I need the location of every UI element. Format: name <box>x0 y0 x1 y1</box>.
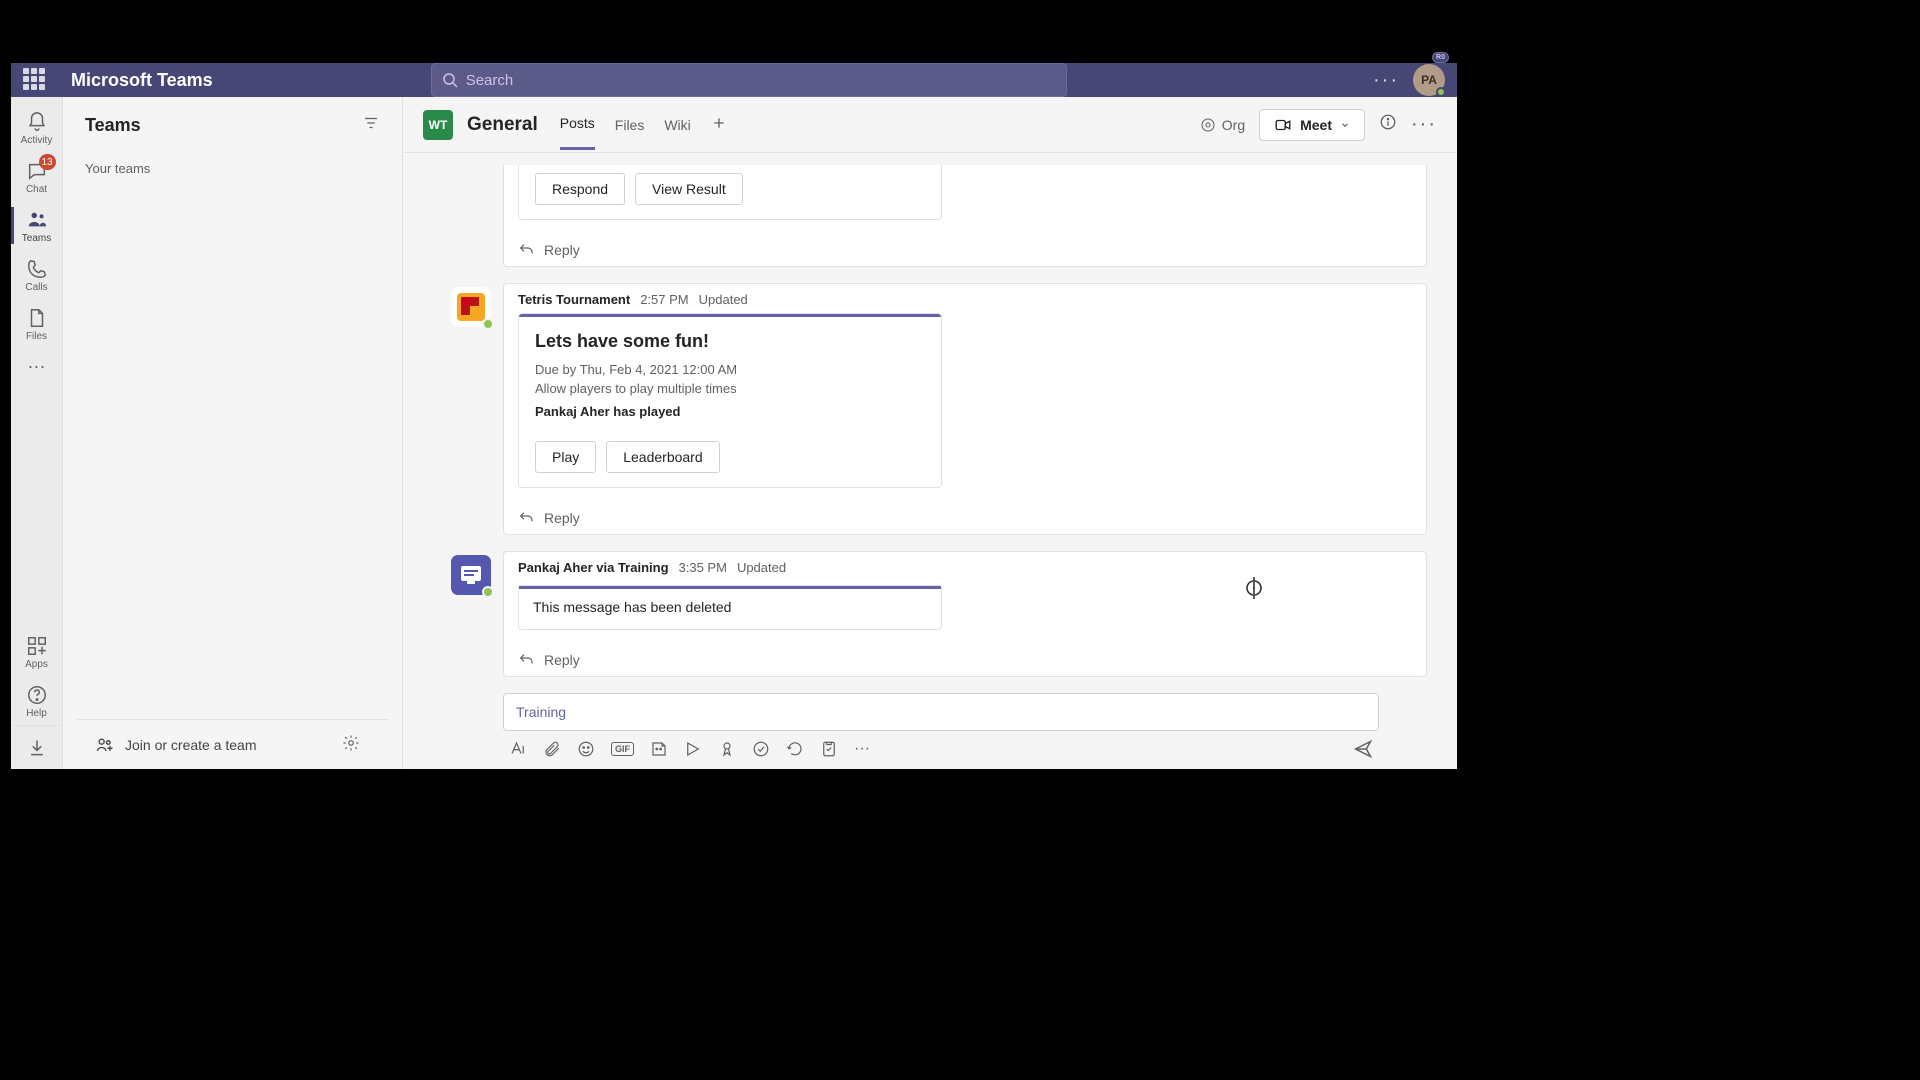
rail-calls[interactable]: Calls <box>11 250 63 299</box>
stream-icon[interactable] <box>684 740 702 758</box>
file-icon <box>26 307 48 329</box>
rail-calls-label: Calls <box>25 282 47 293</box>
org-label: Org <box>1222 117 1245 133</box>
message-status: Updated <box>699 292 748 307</box>
join-team-icon <box>95 735 115 755</box>
rail-teams-label: Teams <box>22 233 51 244</box>
filter-icon[interactable] <box>362 114 380 137</box>
reply-icon <box>518 510 534 526</box>
org-icon <box>1200 117 1216 133</box>
deleted-message-text: This message has been deleted <box>533 599 927 615</box>
user-avatar[interactable]: PA R0 <box>1413 64 1445 96</box>
rail-files[interactable]: Files <box>11 299 63 348</box>
apps-icon <box>26 635 48 657</box>
leaderboard-button[interactable]: Leaderboard <box>606 441 719 473</box>
attach-icon[interactable] <box>543 740 561 758</box>
search-input[interactable] <box>466 72 1056 89</box>
sticker-icon[interactable] <box>650 740 668 758</box>
message-author: Tetris Tournament <box>518 292 630 307</box>
respond-button[interactable]: Respond <box>535 173 625 205</box>
chat-badge: 13 <box>39 154 56 170</box>
reply-label: Reply <box>544 652 580 668</box>
gif-icon[interactable]: GIF <box>611 742 634 756</box>
org-button[interactable]: Org <box>1200 117 1245 133</box>
info-icon[interactable] <box>1379 113 1397 136</box>
rail-download[interactable] <box>11 725 63 769</box>
app-launcher-icon[interactable] <box>23 68 47 92</box>
rail-more[interactable]: ··· <box>11 348 63 383</box>
add-tab-button[interactable] <box>711 115 727 134</box>
rail-chat[interactable]: 13 Chat <box>11 152 63 201</box>
view-result-button[interactable]: View Result <box>635 173 743 205</box>
compose-text: Training <box>516 704 566 720</box>
tab-wiki[interactable]: Wiki <box>664 117 690 149</box>
app-avatar-tetris <box>451 287 491 327</box>
compose-more-icon[interactable]: ··· <box>854 740 870 758</box>
compose-input[interactable]: Training <box>503 693 1379 731</box>
send-button[interactable] <box>1353 739 1373 759</box>
rail-files-label: Files <box>26 331 47 342</box>
rail-apps[interactable]: Apps <box>11 627 63 676</box>
search-box[interactable] <box>431 63 1067 97</box>
approval-icon[interactable] <box>752 740 770 758</box>
rail-apps-label: Apps <box>25 659 48 670</box>
play-button[interactable]: Play <box>535 441 596 473</box>
format-icon[interactable] <box>509 740 527 758</box>
reply-label: Reply <box>544 510 580 526</box>
rail-chat-label: Chat <box>26 184 47 195</box>
message-time: 2:57 PM <box>640 292 688 307</box>
app-rail: Activity 13 Chat Teams Calls Files ··· <box>11 97 63 769</box>
meet-label: Meet <box>1300 117 1332 133</box>
channel-more-button[interactable]: ··· <box>1411 113 1437 136</box>
rail-help[interactable]: Help <box>11 676 63 725</box>
reply-icon <box>518 652 534 668</box>
phone-icon <box>26 258 48 280</box>
app-name: Microsoft Teams <box>71 70 213 91</box>
reply-button[interactable]: Reply <box>504 502 1426 534</box>
avatar-badge: R0 <box>1432 52 1449 63</box>
ellipsis-icon: ··· <box>28 356 46 377</box>
app-avatar-training <box>451 555 491 595</box>
team-avatar: WT <box>423 110 453 140</box>
avatar-initials: PA <box>1421 73 1437 87</box>
rail-help-label: Help <box>26 708 47 719</box>
tab-posts[interactable]: Posts <box>560 115 595 150</box>
join-create-team-button[interactable]: Join or create a team <box>125 737 257 753</box>
sidepanel-title: Teams <box>85 115 141 136</box>
chevron-down-icon <box>1340 120 1350 130</box>
more-menu-button[interactable]: ··· <box>1373 69 1399 92</box>
emoji-icon[interactable] <box>577 740 595 758</box>
rail-activity[interactable]: Activity <box>11 103 63 152</box>
card-title: Lets have some fun! <box>535 331 925 352</box>
search-icon <box>442 72 458 88</box>
channel-title: General <box>467 114 538 136</box>
card-due: Due by Thu, Feb 4, 2021 12:00 AM <box>535 362 925 377</box>
reply-label: Reply <box>544 242 580 258</box>
bell-icon <box>26 111 48 133</box>
message-time: 3:35 PM <box>679 560 727 575</box>
task-icon[interactable] <box>820 740 838 758</box>
reply-icon <box>518 242 534 258</box>
your-teams-label: Your teams <box>63 153 402 184</box>
reply-button[interactable]: Reply <box>504 644 1426 676</box>
reply-button[interactable]: Reply <box>504 234 1426 266</box>
message-author: Pankaj Aher via Training <box>518 560 669 575</box>
presence-indicator <box>1436 87 1446 97</box>
card-played: Pankaj Aher has played <box>535 404 925 419</box>
teams-icon <box>26 209 48 231</box>
rail-teams[interactable]: Teams <box>11 201 63 250</box>
video-icon <box>1274 116 1292 134</box>
loop-icon[interactable] <box>786 740 804 758</box>
download-icon <box>27 738 47 758</box>
meet-button[interactable]: Meet <box>1259 109 1365 141</box>
tab-files[interactable]: Files <box>615 117 645 149</box>
praise-icon[interactable] <box>718 740 736 758</box>
help-icon <box>26 684 48 706</box>
card-rule: Allow players to play multiple times <box>535 381 925 396</box>
message-status: Updated <box>737 560 786 575</box>
settings-gear-icon[interactable] <box>342 734 370 755</box>
rail-activity-label: Activity <box>21 135 53 146</box>
